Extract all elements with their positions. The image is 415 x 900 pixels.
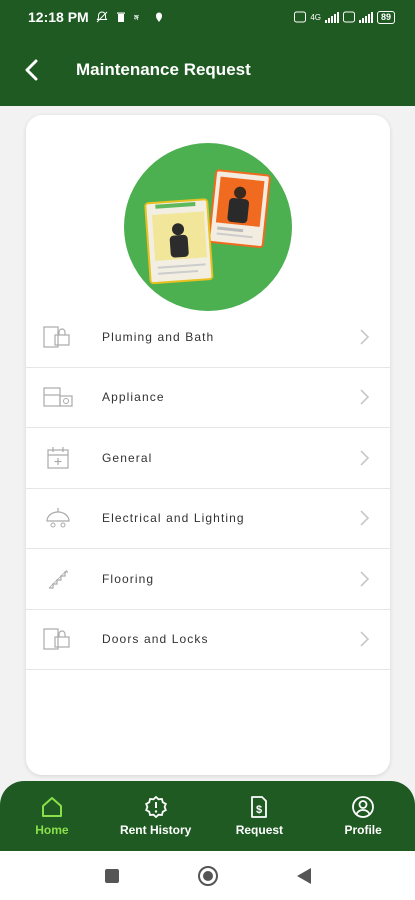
nav-label: Rent History — [119, 823, 192, 837]
nav-profile[interactable]: Profile — [311, 781, 415, 851]
status-left: 12:18 PM ঙ্গ — [28, 9, 165, 25]
app-notification-icon: ঙ্গ — [134, 14, 139, 22]
category-card: Pluming and Bath Appliance General Elect… — [26, 115, 390, 775]
category-row-pluming[interactable]: Pluming and Bath — [26, 307, 390, 368]
chevron-right-icon — [360, 571, 370, 587]
volte-icon — [294, 11, 307, 23]
category-row-doors[interactable]: Doors and Locks — [26, 610, 390, 670]
volte-icon-2 — [342, 11, 355, 23]
app-bar: Maintenance Request — [0, 34, 415, 106]
chevron-right-icon — [360, 450, 370, 466]
chevron-right-icon — [360, 329, 370, 345]
chevron-right-icon — [360, 510, 370, 526]
back-system-button[interactable] — [292, 864, 316, 888]
category-label: Pluming and Bath — [102, 329, 215, 344]
chevron-right-icon — [360, 389, 370, 405]
category-row-electrical[interactable]: Electrical and Lighting — [26, 489, 390, 549]
chevron-right-icon — [360, 631, 370, 647]
signal-icon — [324, 11, 339, 23]
bottom-nav: Home Rent History $ Request Profile — [0, 781, 415, 851]
triangle-back-icon — [296, 867, 311, 884]
nav-label: Request — [235, 823, 284, 837]
category-label: Electrical and Lighting — [102, 511, 245, 526]
status-bar: 12:18 PM ঙ্গ 4G 89 — [0, 0, 415, 34]
calendar-plus-icon — [42, 444, 74, 472]
status-time: 12:18 PM — [28, 9, 89, 25]
maintenance-illustration — [124, 143, 292, 311]
trash-icon — [116, 12, 125, 22]
battery-level: 89 — [376, 10, 395, 24]
nav-request[interactable]: $ Request — [208, 781, 312, 851]
category-row-appliance[interactable]: Appliance — [26, 368, 390, 428]
dollar-document-icon: $ — [251, 796, 268, 818]
nav-label: Profile — [344, 823, 382, 837]
stairs-icon — [42, 565, 74, 593]
svg-text:ঙ্গ: ঙ্গ — [134, 14, 139, 22]
status-right: 4G 89 — [294, 10, 395, 24]
network-label: 4G — [310, 12, 321, 22]
location-icon — [155, 12, 162, 22]
square-icon — [104, 868, 119, 883]
category-row-flooring[interactable]: Flooring — [26, 549, 390, 610]
home-icon — [41, 797, 62, 817]
category-label: Appliance — [102, 390, 165, 405]
user-circle-icon — [352, 796, 375, 818]
svg-text:$: $ — [256, 804, 262, 816]
category-label: General — [102, 450, 153, 465]
category-label: Flooring — [102, 571, 155, 586]
signal-icon-2 — [358, 11, 373, 23]
bell-off-icon — [96, 11, 108, 23]
category-label: Doors and Locks — [102, 632, 209, 647]
appliance-icon — [42, 383, 74, 411]
recents-button[interactable] — [100, 864, 124, 888]
page-title: Maintenance Request — [76, 60, 251, 79]
alert-circle-icon — [144, 795, 167, 819]
category-row-general[interactable]: General — [26, 428, 390, 489]
door-lock-icon — [42, 625, 74, 653]
nav-label: Home — [35, 823, 69, 837]
nav-rent-history[interactable]: Rent History — [104, 781, 208, 851]
door-lock-icon — [42, 323, 74, 351]
chevron-left-icon — [25, 59, 38, 81]
home-system-button[interactable] — [196, 864, 220, 888]
nav-home[interactable]: Home — [0, 781, 104, 851]
ceiling-light-icon — [42, 504, 74, 532]
system-nav-bar — [0, 851, 415, 900]
circle-icon — [197, 865, 218, 886]
back-button[interactable] — [0, 34, 70, 106]
category-list: Pluming and Bath Appliance General Elect… — [26, 307, 390, 670]
